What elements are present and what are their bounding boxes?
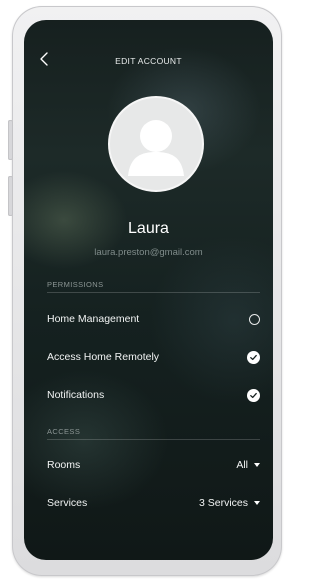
profile-name: Laura <box>128 220 169 237</box>
permissions-section-label: PERMISSIONS <box>47 280 104 289</box>
caret-down-icon <box>254 501 260 505</box>
access-label: Services <box>47 497 88 509</box>
check-glyph-icon <box>250 354 257 360</box>
dropdown-value: All <box>236 459 248 471</box>
page-title: EDIT ACCOUNT <box>115 56 182 66</box>
access-row-rooms[interactable]: Rooms All <box>47 454 260 476</box>
phone-side-button <box>8 120 13 160</box>
header-bar: EDIT ACCOUNT <box>24 20 273 66</box>
divider <box>47 439 260 440</box>
divider <box>47 292 260 293</box>
access-label: Rooms <box>47 459 81 471</box>
check-glyph-icon <box>250 392 257 398</box>
checkmark-icon[interactable] <box>247 350 260 364</box>
screen: EDIT ACCOUNT Laura laura.preston@gmail.c… <box>24 20 273 560</box>
profile-email: laura.preston@gmail.com <box>94 247 203 258</box>
permission-row-home-management[interactable]: Home Management <box>47 308 260 330</box>
dropdown-value: 3 Services <box>198 497 248 509</box>
radio-unchecked-icon[interactable] <box>249 313 260 325</box>
services-dropdown[interactable]: 3 Services <box>199 497 260 509</box>
caret-down-icon <box>254 463 260 467</box>
checkmark-icon[interactable] <box>247 388 260 402</box>
permission-row-access-home-remotely[interactable]: Access Home Remotely <box>47 346 260 368</box>
permission-label: Home Management <box>47 313 140 325</box>
permission-label: Access Home Remotely <box>47 351 160 363</box>
permission-label: Notifications <box>47 389 105 401</box>
access-section-label: ACCESS <box>47 427 81 436</box>
permission-row-notifications[interactable]: Notifications <box>47 384 260 406</box>
user-silhouette-icon <box>128 120 184 176</box>
phone-side-button <box>8 176 13 216</box>
access-row-services[interactable]: Services 3 Services <box>47 492 260 514</box>
rooms-dropdown[interactable]: All <box>236 459 260 471</box>
avatar[interactable] <box>108 96 204 192</box>
